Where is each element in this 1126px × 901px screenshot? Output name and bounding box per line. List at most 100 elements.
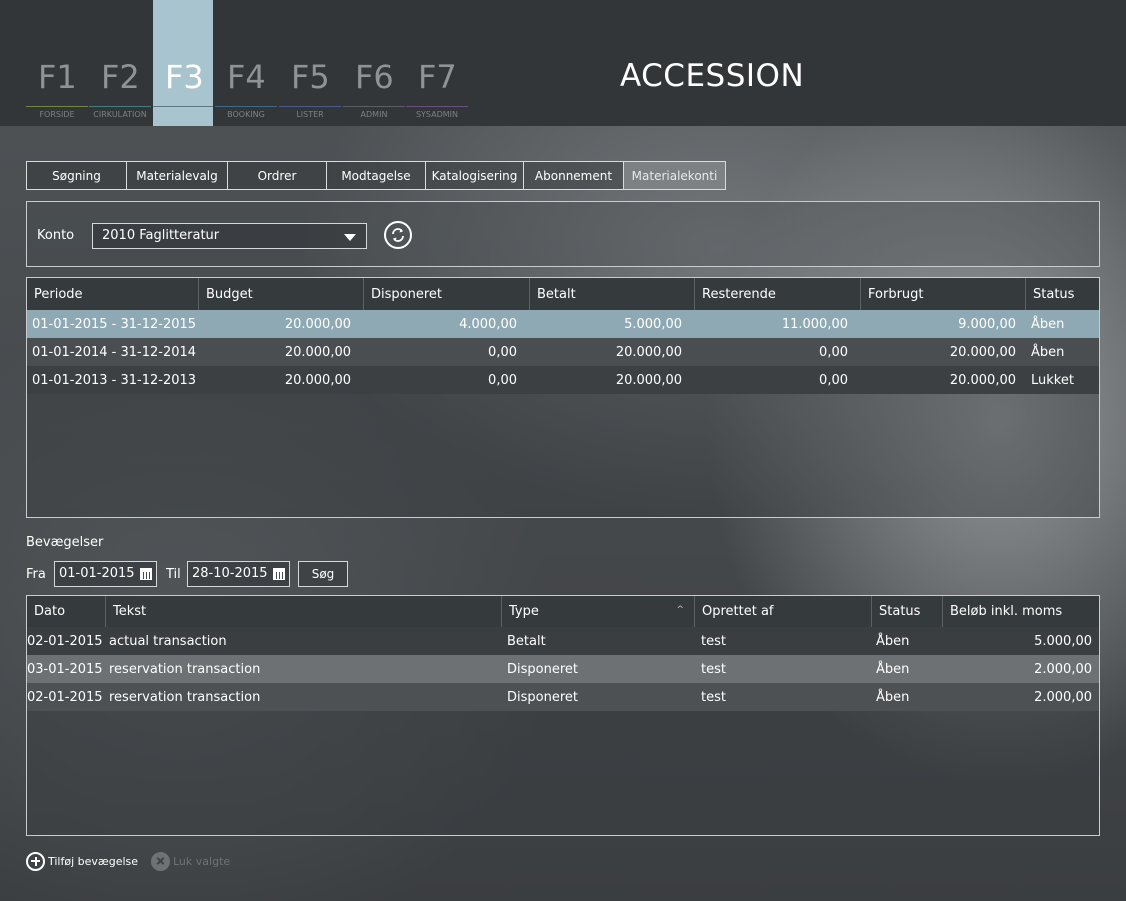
fkey-lister[interactable]: F5 LISTER: [279, 0, 341, 126]
cell-betalt: 5.000,00: [624, 316, 682, 332]
col-type[interactable]: Type ^: [502, 596, 695, 627]
tab-abonnement[interactable]: Abonnement: [523, 161, 624, 190]
fkey-booking[interactable]: F4 BOOKING: [215, 0, 277, 126]
cell-status: Åben: [876, 661, 910, 677]
konto-dropdown[interactable]: 2010 Faglitteratur: [92, 223, 367, 249]
cell-status: Åben: [876, 633, 910, 649]
cell-dato: 02-01-2015: [27, 633, 103, 649]
fkey-number: F4: [227, 58, 266, 96]
cell-resterende: 0,00: [819, 344, 848, 360]
tab-soegning[interactable]: Søgning: [26, 161, 127, 190]
cell-disponeret: 0,00: [488, 372, 517, 388]
cell-resterende: 11.000,00: [781, 316, 848, 332]
fkey-sysadmin[interactable]: F7 SYSADMIN: [406, 0, 468, 126]
module-tabs: Søgning Materialevalg Ordrer Modtagelse …: [26, 161, 726, 190]
col-status[interactable]: Status: [1026, 278, 1098, 310]
konto-label: Konto: [37, 228, 75, 243]
calendar-icon[interactable]: [273, 568, 285, 580]
close-selected-button[interactable]: Luk valgte: [151, 851, 230, 871]
plus-circle-icon: [26, 851, 45, 871]
cell-budget: 20.000,00: [284, 372, 351, 388]
cell-periode: 01-01-2014 - 31-12-2014: [32, 344, 197, 360]
col-dato[interactable]: Dato: [27, 596, 106, 627]
cell-budget: 20.000,00: [284, 316, 351, 332]
col-resterende[interactable]: Resterende: [695, 278, 861, 310]
fkey-label: FORSIDE: [39, 110, 75, 119]
fkey-number: F6: [355, 58, 394, 96]
period-row[interactable]: 01-01-2014 - 31-12-2014 20.000,00 0,00 2…: [27, 338, 1099, 366]
search-button[interactable]: Søg: [298, 561, 348, 587]
col-periode[interactable]: Periode: [27, 278, 199, 310]
cell-dato: 02-01-2015: [27, 689, 103, 705]
cell-dato: 03-01-2015: [27, 661, 103, 677]
fkey-accession[interactable]: F3: [153, 0, 213, 126]
col-status[interactable]: Status: [872, 596, 943, 627]
cell-forbrugt: 9.000,00: [958, 316, 1016, 332]
cell-oprettet-af: test: [701, 689, 726, 705]
cell-resterende: 0,00: [819, 372, 848, 388]
cell-periode: 01-01-2013 - 31-12-2013: [32, 372, 197, 388]
fkey-label: ADMIN: [360, 110, 388, 119]
cell-beloeb: 2.000,00: [1034, 661, 1092, 677]
fkey-admin[interactable]: F6 ADMIN: [343, 0, 405, 126]
fkey-number: F7: [418, 58, 457, 96]
tab-ordrer[interactable]: Ordrer: [227, 161, 327, 190]
cell-forbrugt: 20.000,00: [949, 344, 1016, 360]
add-movement-label: Tilføj bevægelse: [48, 854, 139, 868]
to-date-input[interactable]: 28-10-2015: [187, 561, 290, 587]
cell-disponeret: 0,00: [488, 344, 517, 360]
period-row-selected[interactable]: 01-01-2015 - 31-12-2015 20.000,00 4.000,…: [27, 310, 1099, 338]
fkey-label: SYSADMIN: [415, 110, 459, 119]
calendar-icon[interactable]: [140, 568, 152, 580]
col-type-label: Type: [509, 604, 539, 619]
add-movement-button[interactable]: Tilføj bevægelse: [26, 851, 138, 871]
fkey-forside[interactable]: F1 FORSIDE: [26, 0, 88, 126]
cell-status: Åben: [1031, 316, 1065, 332]
tab-modtagelse[interactable]: Modtagelse: [326, 161, 426, 190]
cell-tekst: reservation transaction: [109, 689, 261, 705]
refresh-button[interactable]: [384, 221, 412, 249]
cell-tekst: reservation transaction: [109, 661, 261, 677]
from-date-input[interactable]: 01-01-2015: [54, 561, 157, 587]
konto-panel: Konto 2010 Faglitteratur: [26, 201, 1100, 267]
movements-table: Dato Tekst Type ^ Oprettet af Status Bel…: [26, 595, 1100, 836]
cell-tekst: actual transaction: [109, 633, 227, 649]
cell-status: Åben: [876, 689, 910, 705]
cell-betalt: 20.000,00: [615, 372, 682, 388]
to-date-value: 28-10-2015: [192, 566, 268, 581]
cell-betalt: 20.000,00: [615, 344, 682, 360]
konto-selected-value: 2010 Faglitteratur: [102, 228, 220, 243]
fkey-underline: [279, 106, 341, 107]
col-disponeret[interactable]: Disponeret: [364, 278, 530, 310]
tab-materialekonti[interactable]: Materialekonti: [623, 161, 726, 190]
fkey-underline: [406, 106, 468, 107]
app-title: ACCESSION: [620, 58, 805, 94]
caret-down-icon: [344, 234, 356, 241]
fkey-number: F1: [38, 58, 77, 96]
cell-status: Lukket: [1031, 372, 1074, 388]
movement-row[interactable]: 02-01-2015 actual transaction Betalt tes…: [27, 627, 1099, 655]
fkey-underline: [153, 106, 213, 107]
movement-row[interactable]: 03-01-2015 reservation transaction Dispo…: [27, 655, 1099, 683]
col-budget[interactable]: Budget: [199, 278, 364, 310]
fkey-number: F2: [101, 58, 140, 96]
cell-disponeret: 4.000,00: [459, 316, 517, 332]
cell-beloeb: 5.000,00: [1034, 633, 1092, 649]
cell-budget: 20.000,00: [284, 344, 351, 360]
col-beloeb[interactable]: Beløb inkl. moms: [943, 596, 1099, 627]
tab-materialevalg[interactable]: Materialevalg: [126, 161, 228, 190]
fkey-label: LISTER: [296, 110, 324, 119]
col-oprettet-af[interactable]: Oprettet af: [695, 596, 872, 627]
cell-oprettet-af: test: [701, 633, 726, 649]
col-betalt[interactable]: Betalt: [530, 278, 695, 310]
cell-status: Åben: [1031, 344, 1065, 360]
period-row[interactable]: 01-01-2013 - 31-12-2013 20.000,00 0,00 2…: [27, 366, 1099, 394]
movement-row[interactable]: 02-01-2015 reservation transaction Dispo…: [27, 683, 1099, 711]
fkey-underline: [215, 106, 277, 107]
from-label: Fra: [26, 567, 46, 582]
col-forbrugt[interactable]: Forbrugt: [861, 278, 1026, 310]
tab-katalogisering[interactable]: Katalogisering: [425, 161, 524, 190]
periods-header-row: Periode Budget Disponeret Betalt Restere…: [27, 278, 1099, 310]
fkey-cirkulation[interactable]: F2 CIRKULATION: [89, 0, 151, 126]
col-tekst[interactable]: Tekst: [106, 596, 502, 627]
